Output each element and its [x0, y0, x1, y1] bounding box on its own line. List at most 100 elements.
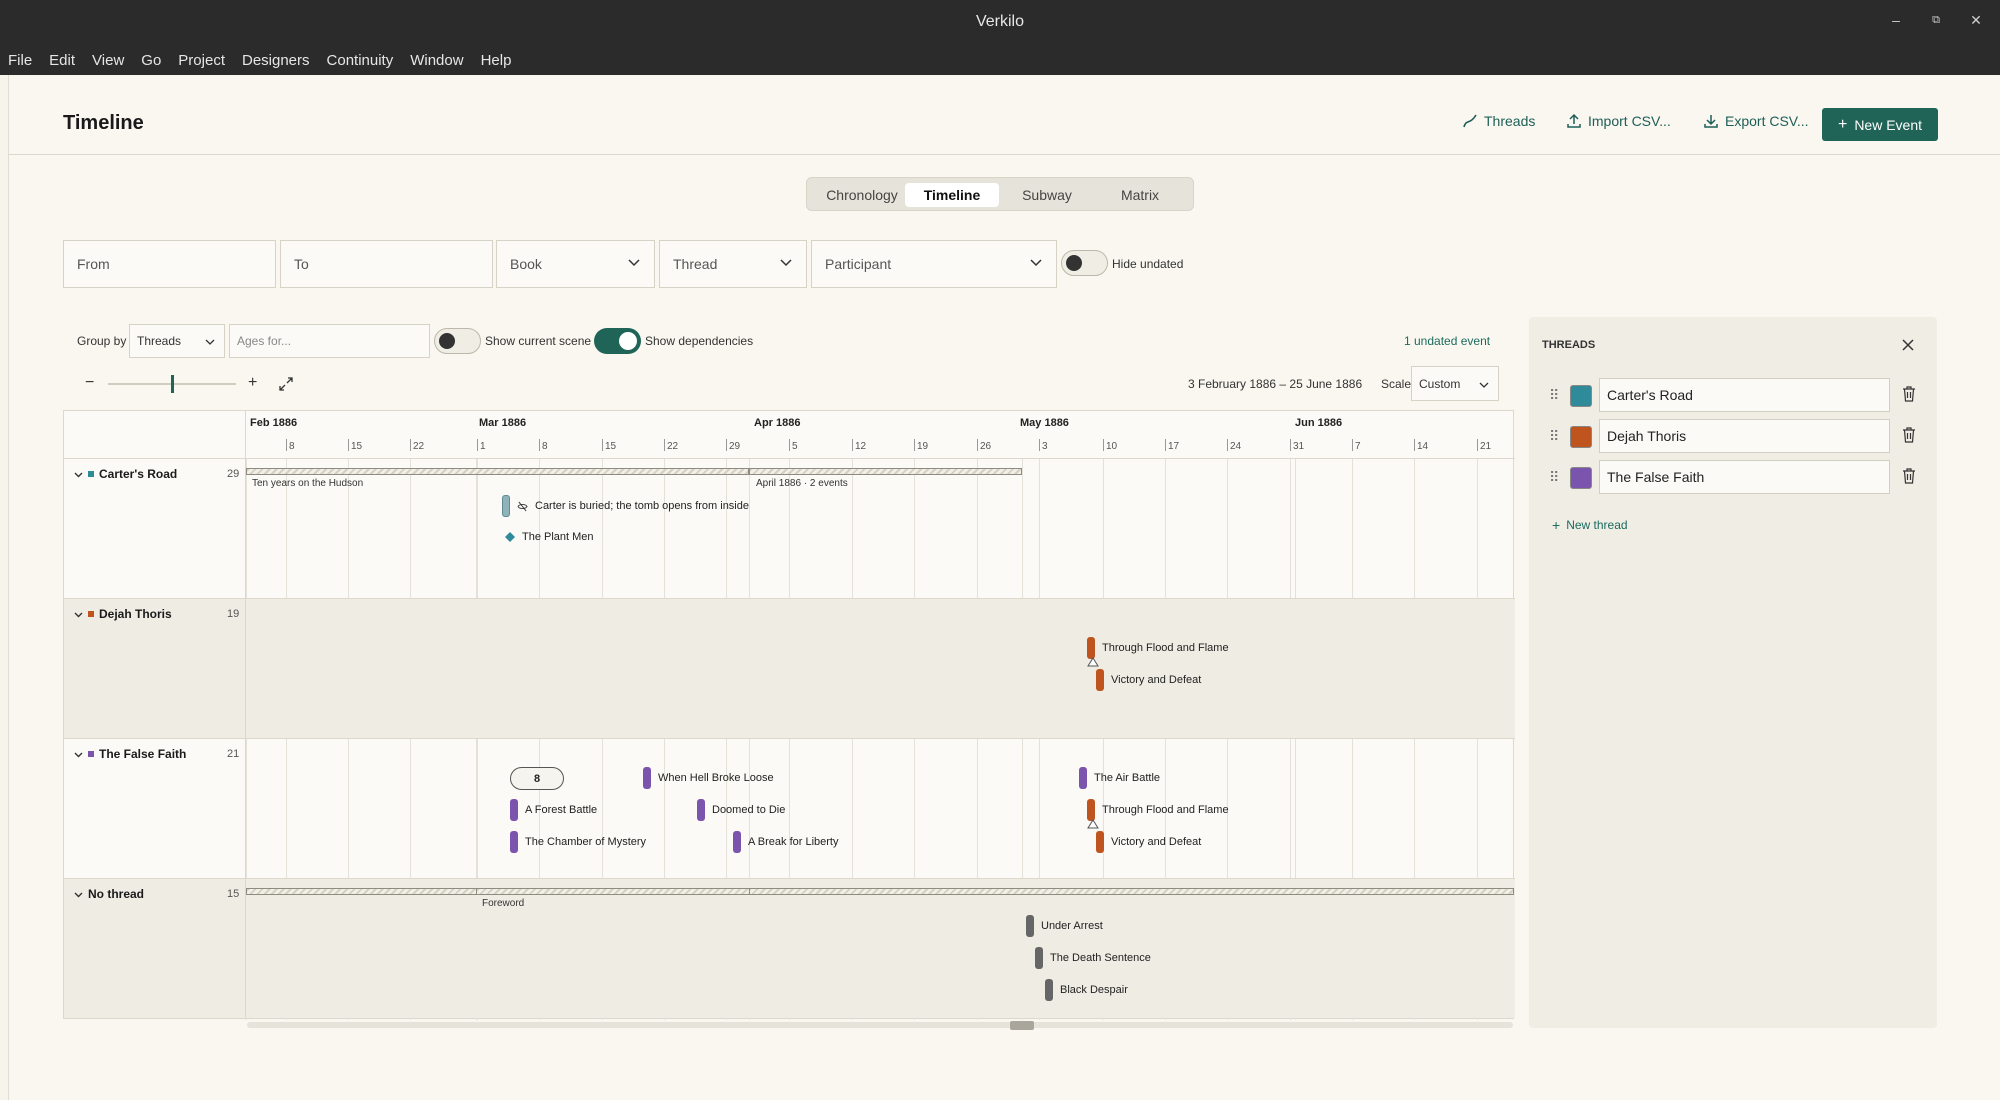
span-bar[interactable]	[246, 888, 1514, 895]
event-label: Doomed to Die	[712, 804, 786, 816]
tick-mark	[477, 439, 478, 451]
chevron-down-icon[interactable]	[74, 890, 83, 899]
span-bar[interactable]	[476, 888, 750, 895]
close-icon[interactable]	[1902, 339, 1914, 351]
trash-icon[interactable]	[1902, 386, 1916, 402]
tick-label: 7	[1355, 441, 1361, 452]
new-thread-button[interactable]: + New thread	[1552, 517, 1628, 533]
lane-header[interactable]: Carter's Road	[74, 467, 177, 481]
import-csv-button[interactable]: Import CSV...	[1566, 113, 1671, 129]
thread-name-input[interactable]: The False Faith	[1599, 460, 1890, 494]
ages-for-input[interactable]: Ages for...	[229, 324, 430, 358]
fit-to-screen-icon[interactable]	[279, 377, 293, 391]
menu-continuity[interactable]: Continuity	[327, 52, 394, 69]
chevron-down-icon[interactable]	[74, 610, 83, 619]
threads-icon	[1463, 114, 1477, 128]
event-item[interactable]: Carter is buried; the tomb opens from in…	[502, 495, 749, 517]
event-item[interactable]: Black Despair	[1045, 979, 1128, 1001]
tick-label: 22	[413, 441, 425, 452]
tick-mark	[1290, 439, 1291, 451]
new-event-button[interactable]: + New Event	[1822, 108, 1938, 141]
menu-view[interactable]: View	[92, 52, 124, 69]
event-item[interactable]: The Chamber of Mystery	[510, 831, 646, 853]
trash-icon[interactable]	[1902, 427, 1916, 443]
show-current-scene-toggle[interactable]	[434, 328, 481, 354]
chevron-down-icon	[205, 339, 215, 345]
drag-handle-icon[interactable]: ⠿	[1549, 387, 1559, 404]
lane-header[interactable]: No thread	[74, 887, 144, 901]
group-by-value: Threads	[137, 334, 182, 348]
tab-matrix[interactable]: Matrix	[1093, 183, 1187, 207]
event-item[interactable]: Through Flood and Flame	[1087, 637, 1229, 659]
threads-button-label: Threads	[1484, 113, 1536, 129]
minimize-icon[interactable]: –	[1884, 12, 1908, 28]
menu-window[interactable]: Window	[410, 52, 463, 69]
participant-select[interactable]: Participant	[811, 240, 1057, 288]
tab-timeline[interactable]: Timeline	[905, 183, 999, 207]
thread-color-swatch[interactable]	[1570, 426, 1592, 448]
menu-designers[interactable]: Designers	[242, 52, 310, 69]
scrollbar-thumb[interactable]	[1010, 1021, 1034, 1030]
export-csv-button[interactable]: Export CSV...	[1703, 113, 1809, 129]
event-item[interactable]: A Forest Battle	[510, 799, 597, 821]
thread-color-swatch[interactable]	[1570, 467, 1592, 489]
event-marker	[643, 767, 651, 789]
menu-edit[interactable]: Edit	[49, 52, 75, 69]
event-item[interactable]: When Hell Broke Loose	[643, 767, 774, 789]
thread-select[interactable]: Thread	[659, 240, 807, 288]
event-marker	[1087, 637, 1095, 659]
show-dependencies-toggle[interactable]	[594, 328, 641, 354]
scale-select[interactable]: Custom	[1411, 366, 1499, 401]
new-thread-label: New thread	[1566, 518, 1628, 532]
thread-color-swatch[interactable]	[1570, 385, 1592, 407]
chevron-down-icon[interactable]	[74, 470, 83, 479]
menu-project[interactable]: Project	[178, 52, 225, 69]
event-item[interactable]: The Air Battle	[1079, 767, 1160, 789]
event-item[interactable]: The Death Sentence	[1035, 947, 1151, 969]
tab-chronology[interactable]: Chronology	[815, 183, 909, 207]
zoom-slider-handle[interactable]	[171, 375, 174, 393]
event-item[interactable]: Under Arrest	[1026, 915, 1103, 937]
drag-handle-icon[interactable]: ⠿	[1549, 428, 1559, 445]
tick-mark	[1414, 439, 1415, 451]
event-item[interactable]: Victory and Defeat	[1096, 669, 1201, 691]
thread-name-input[interactable]: Dejah Thoris	[1599, 419, 1890, 453]
event-item[interactable]: Victory and Defeat	[1096, 831, 1201, 853]
group-by-select[interactable]: Threads	[129, 324, 225, 358]
month-label: Jun 1886	[1295, 417, 1343, 429]
book-select[interactable]: Book	[496, 240, 655, 288]
lane-name: Dejah Thoris	[99, 607, 172, 621]
group-by-label: Group by	[77, 334, 127, 348]
chevron-down-icon[interactable]	[74, 750, 83, 759]
event-item[interactable]: Doomed to Die	[697, 799, 785, 821]
tab-subway[interactable]: Subway	[1000, 183, 1094, 207]
restore-icon[interactable]: ⧉	[1924, 14, 1948, 27]
event-item[interactable]: Through Flood and Flame	[1087, 799, 1229, 821]
drag-handle-icon[interactable]: ⠿	[1549, 469, 1559, 486]
event-label: Victory and Defeat	[1111, 836, 1202, 848]
thread-name-input[interactable]: Carter's Road	[1599, 378, 1890, 412]
event-item[interactable]: The Plant Men	[505, 531, 594, 543]
threads-button[interactable]: Threads	[1462, 113, 1535, 129]
from-date-input[interactable]: From	[63, 240, 276, 288]
hide-undated-toggle[interactable]	[1061, 250, 1108, 276]
lane-header[interactable]: The False Faith	[74, 747, 186, 761]
menu-help[interactable]: Help	[481, 52, 512, 69]
event-item[interactable]: A Break for Liberty	[733, 831, 839, 853]
span-bar[interactable]	[246, 468, 749, 475]
menu-go[interactable]: Go	[141, 52, 161, 69]
month-label: Feb 1886	[250, 417, 298, 429]
lane-header[interactable]: Dejah Thoris	[74, 607, 172, 621]
menu-file[interactable]: File	[8, 52, 32, 69]
close-window-icon[interactable]: ✕	[1964, 12, 1988, 29]
undated-events-link[interactable]: 1 undated event	[1404, 334, 1490, 348]
span-bar[interactable]	[749, 468, 1022, 475]
timeline-scrollbar[interactable]	[247, 1022, 1513, 1028]
to-date-input[interactable]: To	[280, 240, 493, 288]
zoom-in-button[interactable]: +	[248, 374, 257, 392]
zoom-out-button[interactable]: −	[85, 374, 94, 392]
tick-mark	[1103, 439, 1104, 451]
trash-icon[interactable]	[1902, 468, 1916, 484]
event-cluster-badge[interactable]: 8	[510, 767, 564, 790]
span-label: Foreword	[482, 898, 525, 909]
